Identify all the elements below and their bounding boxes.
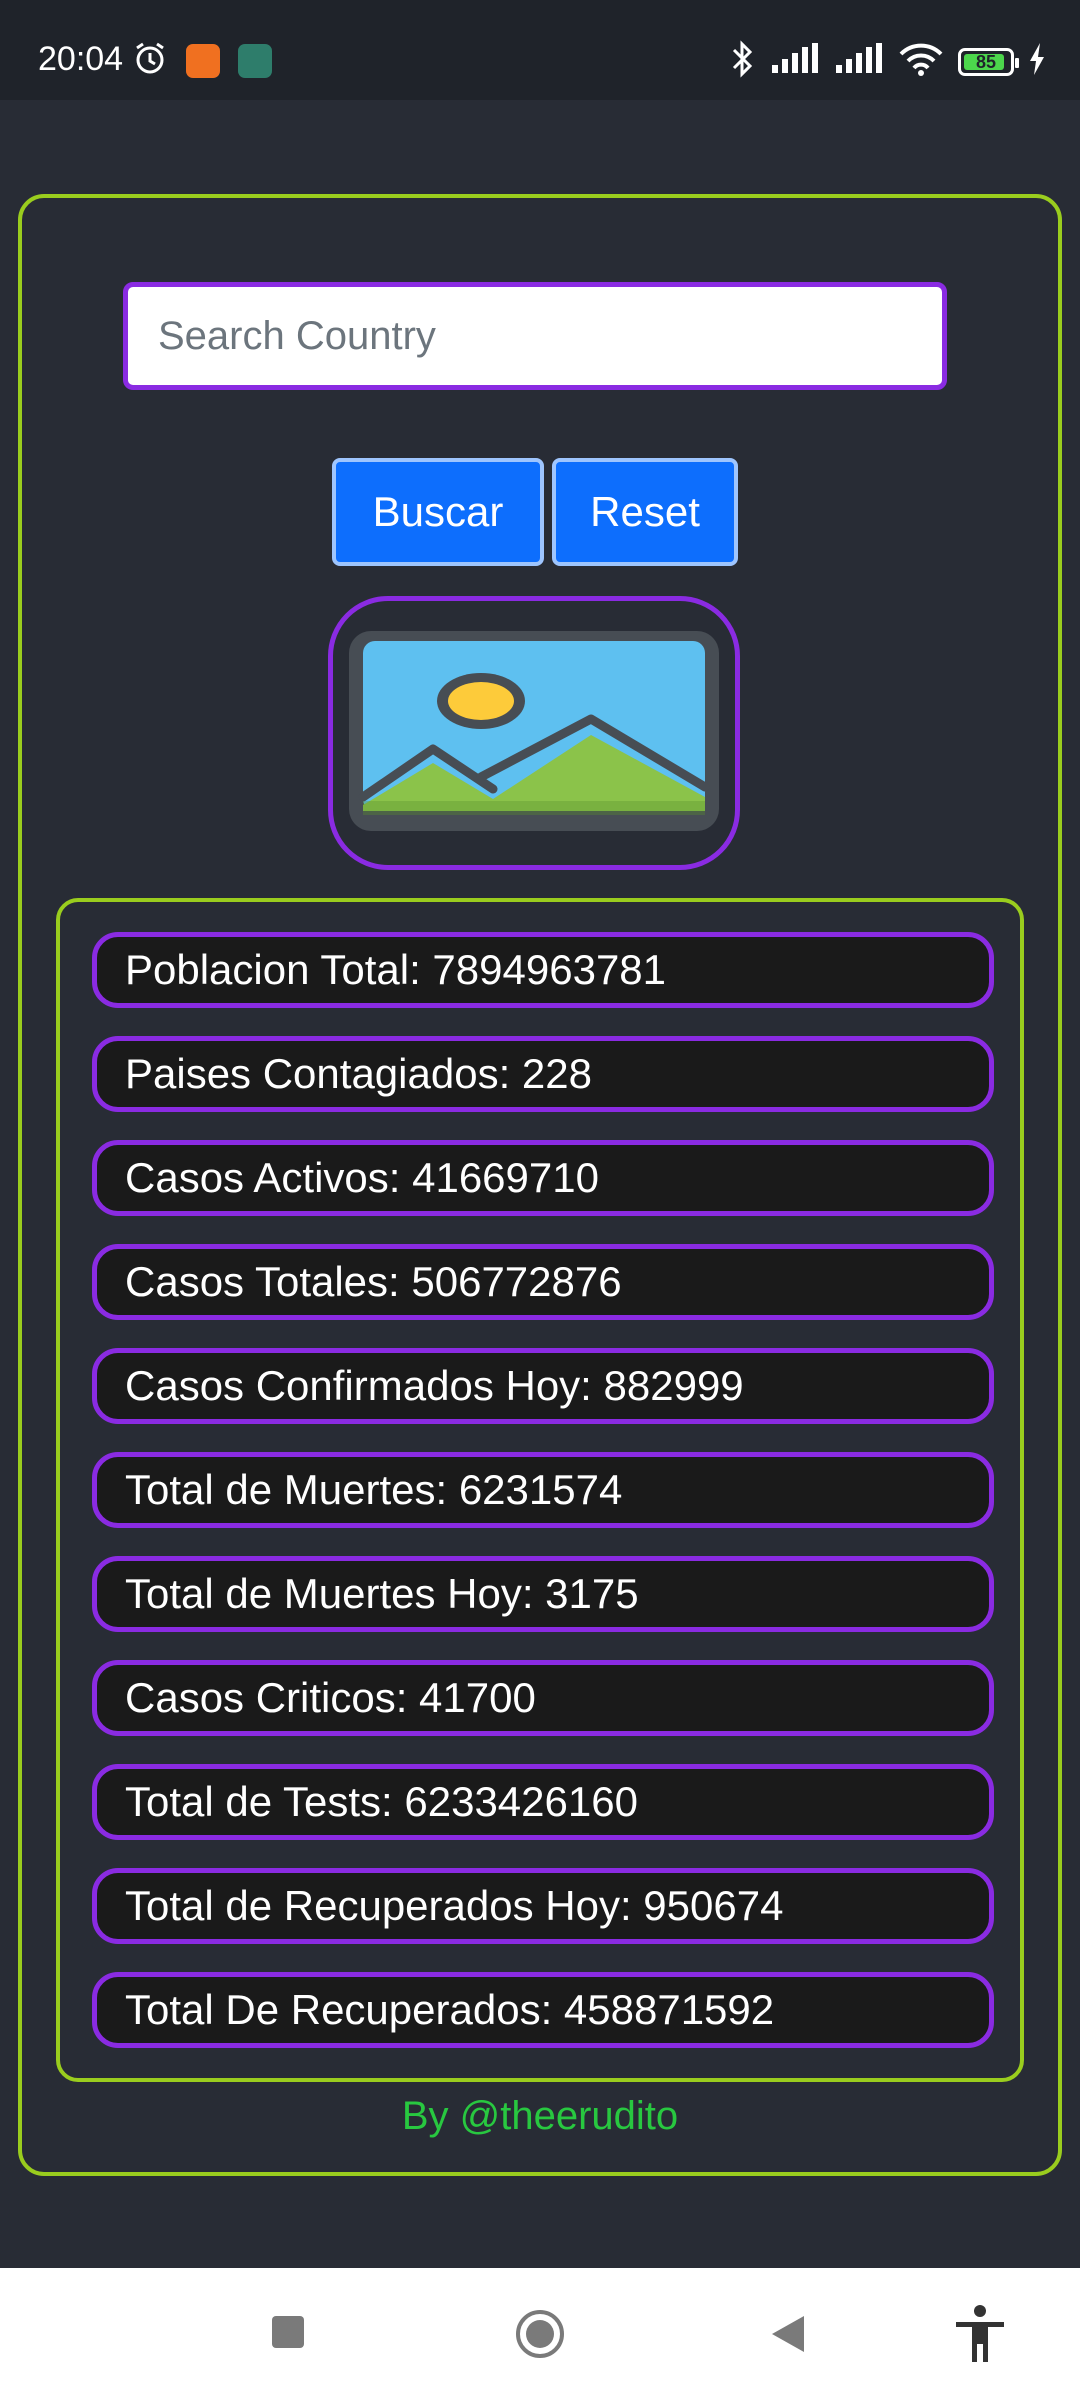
home-icon[interactable] (514, 2308, 566, 2365)
author-credit: By @theerudito (401, 2094, 679, 2138)
stat-casos-activos: Casos Activos: 41669710 (92, 1140, 994, 1216)
battery-level: 85 (975, 51, 997, 72)
stat-poblacion-total: Poblacion Total: 7894963781 (92, 932, 994, 1008)
status-time: 20:04 (38, 40, 124, 78)
country-flag-frame (328, 596, 740, 870)
alarm-icon (132, 40, 168, 81)
stat-total-muertes: Total de Muertes: 6231574 (92, 1452, 994, 1528)
status-bar: 20:04 85 (0, 0, 1080, 100)
stat-total-muertes-hoy: Total de Muertes Hoy: 3175 (92, 1556, 994, 1632)
stat-total-recuperados: Total De Recuperados: 458871592 (92, 1972, 994, 2048)
stat-casos-confirmados-hoy: Casos Confirmados Hoy: 882999 (92, 1348, 994, 1424)
reset-button[interactable]: Reset (552, 458, 738, 566)
stats-panel: Poblacion Total: 7894963781 Paises Conta… (56, 898, 1024, 2082)
navigation-bar (0, 2268, 1080, 2400)
signal-icon (834, 43, 884, 80)
bluetooth-icon (730, 40, 756, 83)
stat-total-recuperados-hoy: Total de Recuperados Hoy: 950674 (92, 1868, 994, 1944)
app-green-icon (238, 43, 272, 78)
search-country-input[interactable] (123, 282, 947, 390)
charging-icon (1028, 43, 1046, 80)
wifi-icon (898, 42, 944, 81)
stat-casos-totales: Casos Totales: 506772876 (92, 1244, 994, 1320)
stat-total-tests: Total de Tests: 6233426160 (92, 1764, 994, 1840)
recents-icon[interactable] (270, 2314, 306, 2355)
back-icon[interactable] (770, 2314, 806, 2359)
buscar-button[interactable]: Buscar (332, 458, 544, 566)
accessibility-icon[interactable] (952, 2304, 1008, 2369)
image-placeholder-icon (343, 625, 725, 842)
app-orange-icon (186, 43, 220, 78)
signal-icon (770, 43, 820, 80)
stat-paises-contagiados: Paises Contagiados: 228 (92, 1036, 994, 1112)
battery-icon: 85 (958, 47, 1019, 76)
stat-casos-criticos: Casos Criticos: 41700 (92, 1660, 994, 1736)
